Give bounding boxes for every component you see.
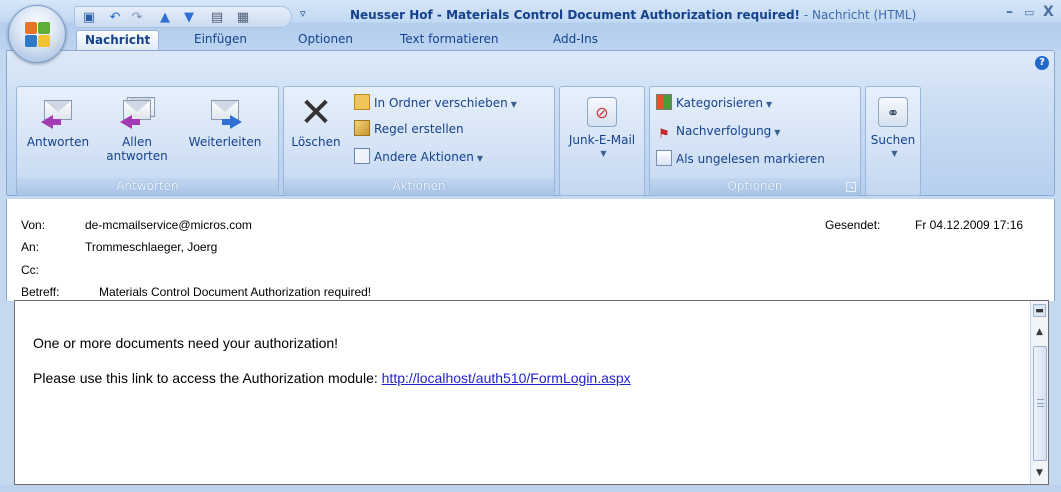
to-label: An:: [21, 240, 40, 254]
tab-nachricht[interactable]: Nachricht: [76, 30, 160, 52]
message-title: Neusser Hof - Materials Control Document…: [350, 8, 801, 22]
forward-button[interactable]: Weiterleiten: [177, 91, 273, 149]
sent-value: Fr 04.12.2009 17:16: [915, 218, 1024, 232]
group-optionen: Kategorisieren ▼ ⚑ Nachverfolgung ▼ Als ung…: [649, 86, 861, 196]
office-logo-icon: [25, 22, 51, 48]
minimize-button[interactable]: –: [1006, 4, 1013, 24]
junk-email-button[interactable]: ⊘ Junk-E-Mail ▼: [562, 91, 642, 161]
search-dropdown-icon: ▼: [891, 149, 898, 158]
from-label: Von:: [21, 218, 46, 232]
save-icon[interactable]: ▣: [81, 10, 97, 26]
maximize-button[interactable]: ▭: [1024, 6, 1034, 26]
move-folder-icon: [354, 94, 370, 110]
move-to-folder-button[interactable]: In Ordner verschieben ▼: [354, 93, 517, 113]
delete-icon: ✕: [299, 90, 333, 136]
unread-icon: [656, 150, 672, 166]
split-view-icon[interactable]: ▬: [1033, 304, 1046, 317]
group-antworten: Antworten Allen antworten Weiterleiten A…: [16, 86, 279, 196]
other-actions-icon: [354, 148, 370, 164]
group-label-optionen: Optionen: [650, 178, 860, 195]
app-title: - Nachricht (HTML): [800, 8, 917, 22]
cc-label: Cc:: [21, 263, 39, 277]
print-icon[interactable]: ▦: [235, 10, 251, 26]
vertical-scrollbar[interactable]: ▬ ▲ ▼: [1030, 301, 1048, 484]
junk-dropdown-icon: ▼: [600, 149, 607, 158]
office-button[interactable]: [8, 5, 66, 63]
subject-label: Betreff:: [21, 285, 60, 299]
scroll-thumb[interactable]: [1033, 346, 1047, 461]
next-icon[interactable]: ▼: [181, 10, 197, 26]
group-aktionen: ✕ Löschen In Ordner verschieben ▼ Regel e…: [283, 86, 555, 196]
sent-label: Gesendet:: [825, 218, 881, 232]
copy-icon[interactable]: ▤: [209, 10, 225, 26]
categorize-icon: [656, 94, 672, 110]
other-actions-button[interactable]: Andere Aktionen ▼: [354, 147, 483, 167]
group-label-aktionen: Aktionen: [284, 178, 554, 195]
scroll-down-arrow[interactable]: ▼: [1033, 466, 1046, 480]
binoculars-icon: ⚭: [878, 97, 908, 127]
group-suchen: ⚭ Suchen ▼: [865, 86, 921, 196]
categorize-button[interactable]: Kategorisieren ▼: [656, 93, 772, 113]
reply-button[interactable]: Antworten: [21, 91, 95, 149]
title-bar: ▣ ↶ ↷ ▲ ▼ ▤ ▦ ▿ Neusser Hof - Materials …: [0, 0, 1061, 52]
tab-add-ins[interactable]: Add-Ins: [545, 30, 606, 50]
undo-icon[interactable]: ↶: [107, 10, 123, 26]
search-button[interactable]: ⚭ Suchen ▼: [868, 91, 918, 161]
from-value[interactable]: de-mcmailservice@micros.com: [85, 218, 252, 232]
followup-button[interactable]: ⚑ Nachverfolgung ▼: [656, 121, 780, 142]
window-title: Neusser Hof - Materials Control Document…: [350, 8, 916, 22]
rule-icon: [354, 120, 370, 136]
subject-value: Materials Control Document Authorization…: [99, 285, 372, 299]
window-bottom-border: [0, 485, 1061, 492]
message-body[interactable]: One or more documents need your authoriz…: [14, 300, 1049, 485]
message-header: Von: de-mcmailservice@micros.com An: Tro…: [6, 199, 1055, 301]
group-junk: ⊘ Junk-E-Mail ▼: [559, 86, 645, 196]
dialog-launcher-icon[interactable]: ↘: [846, 182, 856, 192]
body-line-2-text: Please use this link to access the Autho…: [33, 370, 382, 386]
customize-toolbar-icon[interactable]: ▿: [300, 7, 306, 20]
delete-button[interactable]: ✕ Löschen: [286, 91, 346, 149]
mark-unread-button[interactable]: Als ungelesen markieren: [656, 149, 825, 169]
create-rule-button[interactable]: Regel erstellen: [354, 119, 464, 139]
tab-optionen[interactable]: Optionen: [290, 30, 361, 50]
redo-icon[interactable]: ↷: [129, 10, 145, 26]
group-label-antworten: Antworten: [17, 178, 278, 195]
tab-einfuegen[interactable]: Einfügen: [186, 30, 255, 50]
body-line-2: Please use this link to access the Autho…: [33, 370, 631, 386]
close-button[interactable]: X: [1043, 4, 1054, 24]
authorization-link[interactable]: http://localhost/auth510/FormLogin.aspx: [382, 370, 631, 386]
junk-email-icon: ⊘: [587, 97, 617, 127]
tab-text-formatieren[interactable]: Text formatieren: [392, 30, 507, 50]
body-line-1: One or more documents need your authoriz…: [33, 335, 339, 351]
previous-icon[interactable]: ▲: [157, 10, 173, 26]
reply-all-icon: [120, 97, 155, 129]
forward-icon: [208, 97, 242, 129]
to-value[interactable]: Trommeschlaeger, Joerg: [85, 240, 217, 254]
reply-icon: [41, 97, 75, 129]
quick-access-toolbar: ▣ ↶ ↷ ▲ ▼ ▤ ▦: [74, 6, 292, 28]
reply-all-button[interactable]: Allen antworten: [101, 91, 173, 163]
help-icon[interactable]: ?: [1035, 56, 1049, 70]
flag-icon: ⚑: [658, 127, 670, 142]
scroll-up-arrow[interactable]: ▲: [1033, 325, 1046, 339]
